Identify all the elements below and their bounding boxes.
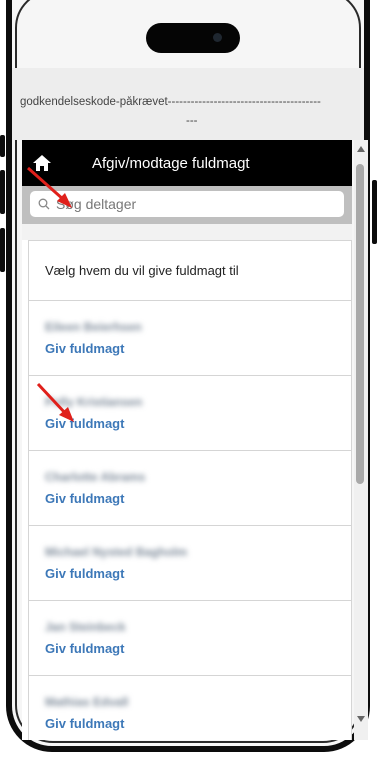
list-item: Charlotte Abrams Giv fuldmagt bbox=[29, 451, 351, 526]
give-proxy-link[interactable]: Giv fuldmagt bbox=[45, 416, 351, 431]
search-bar: Søg deltager bbox=[22, 186, 352, 224]
scroll-up-arrow-icon[interactable] bbox=[357, 146, 365, 152]
search-icon bbox=[38, 198, 50, 210]
phone-volume-up-button bbox=[0, 170, 5, 214]
give-proxy-link[interactable]: Giv fuldmagt bbox=[45, 716, 351, 731]
list-intro: Vælg hvem du vil give fuldmagt til bbox=[29, 241, 351, 301]
search-input[interactable]: Søg deltager bbox=[30, 191, 344, 217]
give-proxy-link[interactable]: Giv fuldmagt bbox=[45, 566, 351, 581]
participant-name: Polly Kristiansen bbox=[45, 395, 143, 409]
phone-volume-down-button bbox=[0, 228, 5, 272]
list-item: Polly Kristiansen Giv fuldmagt bbox=[29, 376, 351, 451]
give-proxy-link[interactable]: Giv fuldmagt bbox=[45, 491, 351, 506]
dynamic-island bbox=[146, 23, 240, 53]
phone-power-button bbox=[372, 180, 377, 244]
participant-name: Charlotte Abrams bbox=[45, 470, 146, 484]
app-area: Afgiv/modtage fuldmagt Søg deltager Vælg… bbox=[22, 140, 352, 740]
search-placeholder: Søg deltager bbox=[56, 196, 137, 212]
participant-name: Mathias Edvall bbox=[45, 695, 129, 709]
home-icon[interactable] bbox=[32, 153, 52, 173]
participant-name: Eileen Beierhsen bbox=[45, 320, 142, 334]
list-item: Jan Steinbeck Giv fuldmagt bbox=[29, 601, 351, 676]
scrollbar-thumb[interactable] bbox=[356, 164, 364, 484]
page-title: Afgiv/modtage fuldmagt bbox=[92, 155, 250, 172]
participant-name: Michael Nysted Bagholm bbox=[45, 545, 188, 559]
camera-lens bbox=[213, 33, 222, 42]
list-item: Eileen Beierhsen Giv fuldmagt bbox=[29, 301, 351, 376]
give-proxy-link[interactable]: Giv fuldmagt bbox=[45, 641, 351, 656]
phone-mute-button bbox=[0, 135, 5, 157]
list-item: Michael Nysted Bagholm Giv fuldmagt bbox=[29, 526, 351, 601]
list-gap bbox=[22, 224, 352, 240]
app-header: Afgiv/modtage fuldmagt bbox=[22, 140, 352, 186]
list-item: Mathias Edvall Giv fuldmagt bbox=[29, 676, 351, 740]
participant-list: Vælg hvem du vil give fuldmagt til Eilee… bbox=[28, 240, 352, 740]
give-proxy-link[interactable]: Giv fuldmagt bbox=[45, 341, 351, 356]
participant-name: Jan Steinbeck bbox=[45, 620, 126, 634]
approval-code-continuation: --- bbox=[186, 115, 198, 127]
approval-code-text: godkendelseskode-påkrævet---------------… bbox=[20, 96, 321, 108]
scroll-down-arrow-icon[interactable] bbox=[357, 716, 365, 722]
